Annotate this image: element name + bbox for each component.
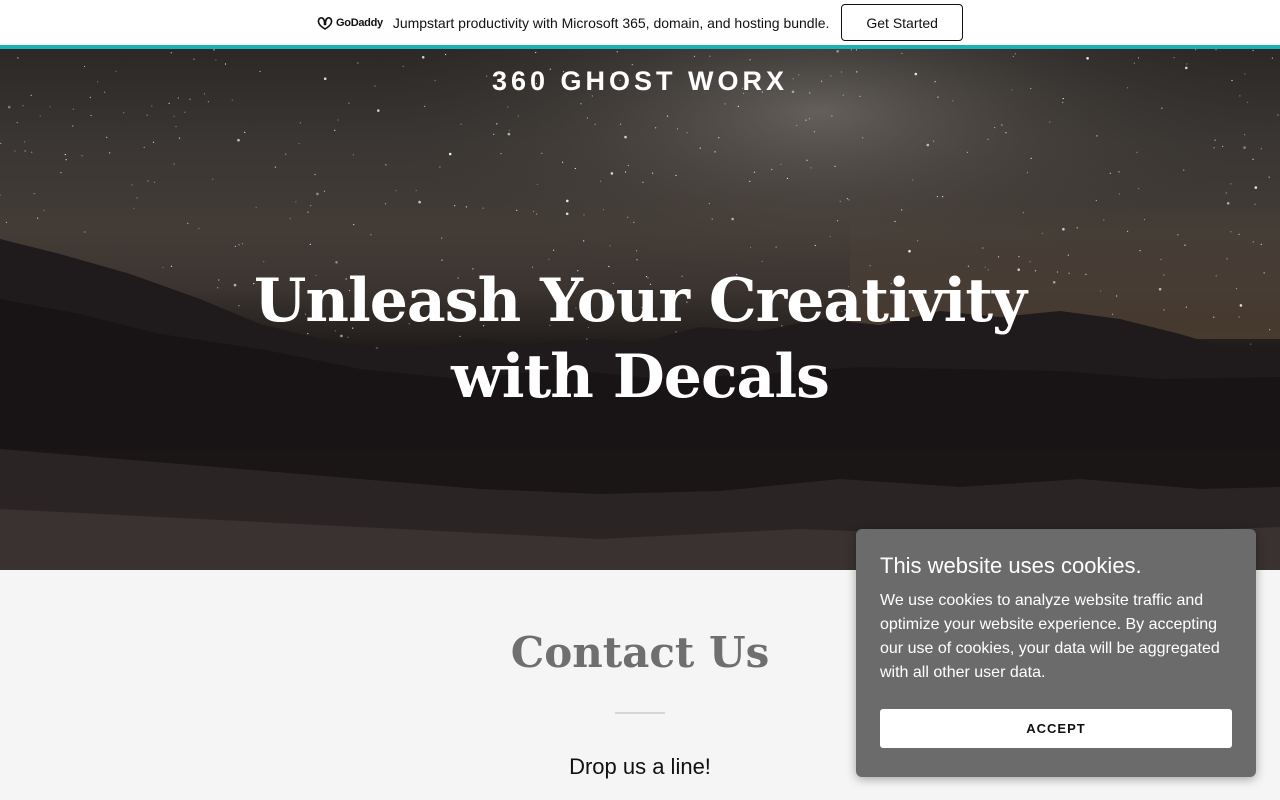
promo-bar: GoDaddy Jumpstart productivity with Micr… xyxy=(0,0,1280,45)
hero-section: 360 GHOST WORX Unleash Your Creativity w… xyxy=(0,49,1280,570)
godaddy-icon xyxy=(317,16,333,30)
section-divider xyxy=(615,712,665,714)
godaddy-logo-text: GoDaddy xyxy=(336,16,383,29)
site-title[interactable]: 360 GHOST WORX xyxy=(0,66,1280,97)
accept-cookies-button[interactable]: ACCEPT xyxy=(880,709,1232,748)
cookie-title: This website uses cookies. xyxy=(880,553,1142,578)
promo-message: Jumpstart productivity with Microsoft 36… xyxy=(392,14,830,31)
cookie-banner: This website uses cookies. We use cookie… xyxy=(856,529,1256,777)
cookie-message: We use cookies to analyze website traffi… xyxy=(880,592,1220,681)
get-started-button[interactable]: Get Started xyxy=(841,4,963,41)
godaddy-logo[interactable]: GoDaddy xyxy=(317,16,383,30)
hero-heading: Unleash Your Creativity with Decals xyxy=(254,266,1027,412)
